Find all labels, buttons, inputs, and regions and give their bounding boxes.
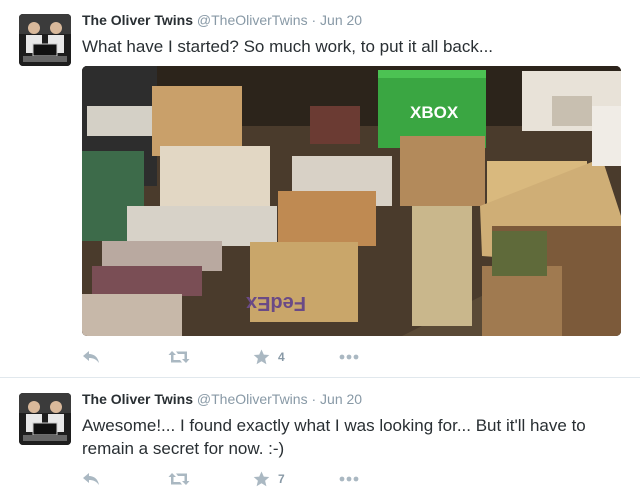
author-fullname[interactable]: The Oliver Twins: [82, 391, 193, 407]
retweet-button[interactable]: [168, 469, 190, 489]
tweet-text: Awesome!... I found exactly what I was l…: [82, 416, 586, 458]
tweet-photo[interactable]: FedEx XBOX: [82, 66, 621, 336]
retweet-button[interactable]: [168, 347, 190, 367]
more-button[interactable]: [339, 347, 359, 367]
favorite-button[interactable]: 7: [253, 469, 285, 489]
tweet-header: The Oliver Twins @TheOliverTwins · Jun 2…: [82, 391, 362, 407]
tweet-timestamp[interactable]: Jun 20: [320, 391, 362, 407]
tweet-item[interactable]: The Oliver Twins @TheOliverTwins · Jun 2…: [0, 379, 640, 497]
favorite-count: 4: [278, 350, 285, 364]
separator-dot: ·: [311, 391, 317, 407]
author-fullname[interactable]: The Oliver Twins: [82, 12, 193, 28]
reply-icon: [82, 472, 100, 486]
favorite-button[interactable]: 4: [253, 347, 285, 367]
tweet-item[interactable]: The Oliver Twins @TheOliverTwins · Jun 2…: [0, 0, 640, 378]
tweet-header: The Oliver Twins @TheOliverTwins · Jun 2…: [82, 12, 362, 28]
retweet-icon: [168, 472, 190, 486]
favorite-count: 7: [278, 472, 285, 486]
separator-dot: ·: [311, 12, 317, 28]
author-handle[interactable]: @TheOliverTwins: [197, 12, 308, 28]
more-button[interactable]: [339, 469, 359, 489]
tweet-text: What have I started? So much work, to pu…: [82, 37, 494, 56]
xbox-box-label: XBOX: [410, 103, 459, 122]
more-dots-icon: [339, 354, 359, 360]
tweet-timestamp[interactable]: Jun 20: [320, 12, 362, 28]
avatar[interactable]: [19, 14, 71, 66]
fedex-box-label: FedEx: [246, 292, 306, 314]
avatar[interactable]: [19, 393, 71, 445]
reply-button[interactable]: [82, 347, 100, 367]
more-dots-icon: [339, 476, 359, 482]
favorite-star-icon: [253, 471, 270, 487]
retweet-icon: [168, 350, 190, 364]
reply-button[interactable]: [82, 469, 100, 489]
favorite-star-icon: [253, 349, 270, 365]
author-handle[interactable]: @TheOliverTwins: [197, 391, 308, 407]
reply-icon: [82, 350, 100, 364]
